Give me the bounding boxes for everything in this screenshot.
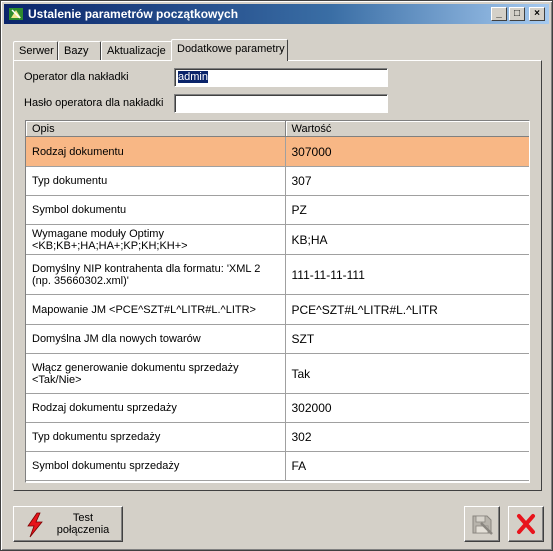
cell-opis: Domyślna JM dla nowych towarów xyxy=(26,324,286,354)
title-bar[interactable]: Ustalenie parametrów początkowych _ □ × xyxy=(4,4,549,24)
cell-wartosc[interactable]: 307000 xyxy=(285,136,529,167)
operator-label: Operator dla nakładki xyxy=(24,71,129,83)
save-button[interactable] xyxy=(464,506,500,542)
tab-label: Bazy xyxy=(64,45,89,57)
cell-opis: Rodzaj dokumentu xyxy=(26,136,286,167)
grid-header-row: Opis Wartość xyxy=(26,121,529,137)
cell-opis: Włącz generowanie dokumentu sprzedaży <T… xyxy=(26,353,286,394)
cell-wartosc[interactable]: 111-11-11-111 xyxy=(285,254,529,295)
column-header-opis[interactable]: Opis xyxy=(26,121,286,137)
lightning-icon xyxy=(24,512,46,538)
close-window-button[interactable]: × xyxy=(529,7,545,21)
tab-bazy[interactable]: Bazy xyxy=(58,41,101,60)
cell-wartosc[interactable]: SZT xyxy=(285,324,529,354)
cell-opis: Typ dokumentu xyxy=(26,166,286,196)
cell-wartosc[interactable]: 302000 xyxy=(285,393,529,423)
table-row[interactable]: Rodzaj dokumentu 307000 xyxy=(26,136,529,167)
table-row[interactable]: Typ dokumentu 307 xyxy=(26,166,529,196)
maximize-button[interactable]: □ xyxy=(509,7,525,21)
app-icon xyxy=(8,6,24,22)
operator-input[interactable]: admin xyxy=(174,68,388,87)
cell-opis: Symbol dokumentu xyxy=(26,195,286,225)
parameters-grid[interactable]: Opis Wartość Rodzaj dokumentu 307000 Typ… xyxy=(25,120,530,483)
tab-serwer[interactable]: Serwer xyxy=(13,41,58,60)
table-row[interactable]: Rodzaj dokumentu sprzedaży 302000 xyxy=(26,393,529,423)
operator-value: admin xyxy=(178,71,208,83)
cell-opis: Symbol dokumentu sprzedaży xyxy=(26,451,286,481)
column-header-wartosc[interactable]: Wartość xyxy=(285,121,529,137)
cell-opis: Wymagane moduły Optimy <KB;KB+;HA;HA+;KP… xyxy=(26,224,286,255)
table-row[interactable]: Domyślna JM dla nowych towarów SZT xyxy=(26,324,529,354)
window-title: Ustalenie parametrów początkowych xyxy=(28,7,239,21)
close-icon xyxy=(509,507,543,541)
table-row[interactable]: Wymagane moduły Optimy <KB;KB+;HA;HA+;KP… xyxy=(26,224,529,255)
test-connection-button[interactable]: Test połączenia xyxy=(13,506,123,542)
tab-label: Dodatkowe parametry xyxy=(177,43,285,55)
password-input[interactable] xyxy=(174,94,388,113)
cell-opis: Typ dokumentu sprzedaży xyxy=(26,422,286,452)
test-connection-label: Test połączenia xyxy=(48,512,118,536)
tab-label: Aktualizacje xyxy=(107,45,166,57)
table-row[interactable]: Mapowanie JM <PCE^SZT#L^LITR#L.^LITR> PC… xyxy=(26,294,529,325)
table-row[interactable]: Typ dokumentu sprzedaży 302 xyxy=(26,422,529,452)
cell-wartosc[interactable]: Tak xyxy=(285,353,529,394)
cell-opis: Domyślny NIP kontrahenta dla formatu: 'X… xyxy=(26,254,286,295)
table-row[interactable]: Domyślny NIP kontrahenta dla formatu: 'X… xyxy=(26,254,529,295)
close-button[interactable] xyxy=(508,506,544,542)
password-label: Hasło operatora dla nakładki xyxy=(24,97,164,109)
test-label-line2: połączenia xyxy=(56,524,110,536)
table-row[interactable]: Symbol dokumentu PZ xyxy=(26,195,529,225)
cell-wartosc[interactable]: PCE^SZT#L^LITR#L.^LITR xyxy=(285,294,529,325)
cell-wartosc[interactable]: 307 xyxy=(285,166,529,196)
minimize-button[interactable]: _ xyxy=(491,7,507,21)
save-disk-icon xyxy=(465,507,499,541)
tab-dodatkowe-parametry[interactable]: Dodatkowe parametry xyxy=(171,39,288,61)
tab-label: Serwer xyxy=(19,45,54,57)
table-row[interactable]: Symbol dokumentu sprzedaży FA xyxy=(26,451,529,481)
cell-wartosc[interactable]: KB;HA xyxy=(285,224,529,255)
dialog-window: Ustalenie parametrów początkowych _ □ × … xyxy=(0,0,553,551)
cell-wartosc[interactable]: FA xyxy=(285,451,529,481)
cell-opis: Mapowanie JM <PCE^SZT#L^LITR#L.^LITR> xyxy=(26,294,286,325)
test-label-line1: Test xyxy=(72,512,94,524)
table-row[interactable]: Włącz generowanie dokumentu sprzedaży <T… xyxy=(26,353,529,394)
cell-wartosc[interactable]: 302 xyxy=(285,422,529,452)
tab-aktualizacje[interactable]: Aktualizacje xyxy=(101,41,181,60)
cell-opis: Rodzaj dokumentu sprzedaży xyxy=(26,393,286,423)
cell-wartosc[interactable]: PZ xyxy=(285,195,529,225)
tab-panel-dodatkowe-parametry: Operator dla nakładki admin Hasło operat… xyxy=(13,60,542,491)
